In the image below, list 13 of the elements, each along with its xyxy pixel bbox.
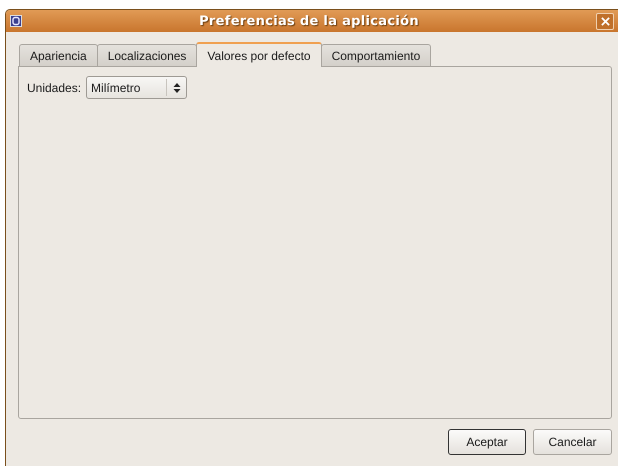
close-button[interactable] <box>596 12 614 30</box>
close-icon <box>600 16 610 26</box>
tab[interactable]: Apariencia <box>19 44 98 66</box>
dialog-button[interactable]: Cancelar <box>533 429 612 455</box>
tab[interactable]: Localizaciones <box>96 44 198 66</box>
units-dropdown[interactable]: Milímetro <box>86 76 188 99</box>
dialog-button[interactable]: Aceptar <box>448 429 526 455</box>
window-title: Preferencias de la aplicación <box>198 14 420 28</box>
app-icon <box>10 15 22 27</box>
up-down-arrows-icon <box>173 82 182 94</box>
tab[interactable]: Comportamiento <box>320 44 432 66</box>
tab[interactable]: Valores por defecto <box>196 42 322 67</box>
units-label: Unidades: <box>27 80 82 94</box>
